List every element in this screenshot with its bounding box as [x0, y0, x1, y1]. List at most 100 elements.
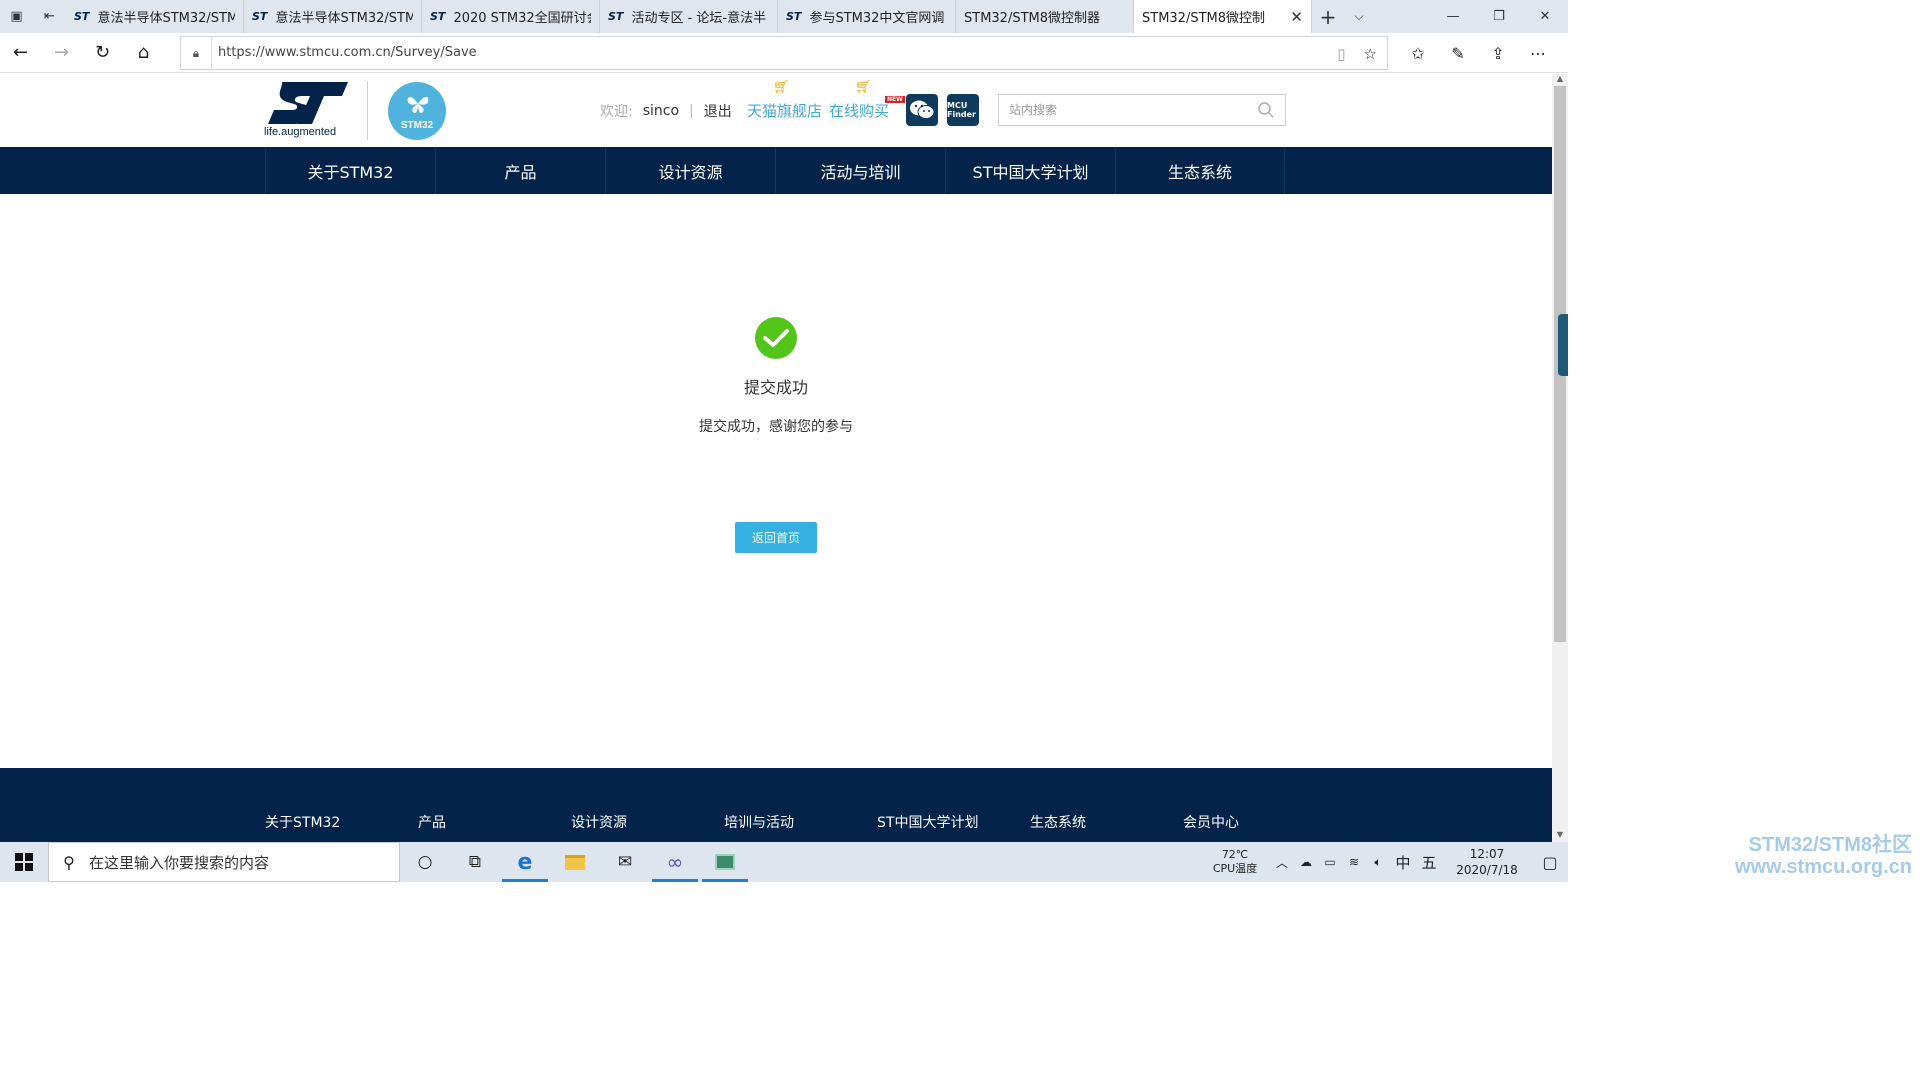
search-icon[interactable] — [1257, 101, 1275, 119]
nav-item-ecosystem[interactable]: 生态系统 — [1115, 147, 1285, 194]
footer-link-training[interactable]: 培训与活动 — [724, 812, 877, 832]
page-scrollbar[interactable]: ▲ ▼ — [1552, 74, 1568, 842]
st-logo-icon: ST — [74, 10, 90, 23]
restore-icon[interactable]: ❐ — [1476, 0, 1522, 33]
st-logo-icon — [268, 82, 348, 124]
close-window-icon[interactable]: ✕ — [1522, 0, 1568, 33]
taskbar-search[interactable]: ⚲ 在这里输入你要搜索的内容 — [48, 842, 400, 882]
main-nav: 关于STM32 产品 设计资源 活动与培训 ST中国大学计划 生态系统 — [0, 147, 1552, 194]
logo-divider — [367, 82, 368, 140]
more-icon[interactable]: ⋯ — [1518, 44, 1558, 63]
cloud-icon[interactable]: ☁ — [1294, 855, 1318, 869]
nav-item-about-stm32[interactable]: 关于STM32 — [265, 147, 435, 194]
address-bar: ← → ↻ ⌂ 🔒︎ https://www.stmcu.com.cn/Surv… — [0, 33, 1568, 73]
st-logo[interactable]: life.augmented — [264, 82, 350, 142]
result-title: 提交成功 — [743, 378, 808, 397]
st-logo-icon: ST — [430, 10, 446, 23]
new-badge: NEW — [885, 96, 905, 103]
cortana-icon[interactable]: ○ — [400, 842, 450, 882]
footer-link-products[interactable]: 产品 — [418, 812, 571, 832]
result-message: 提交成功，感谢您的参与 — [699, 419, 853, 435]
watermark: STM32/STM8社区 www.stmcu.org.cn — [1734, 834, 1912, 878]
nav-item-university-program[interactable]: ST中国大学计划 — [945, 147, 1115, 194]
ime-language[interactable]: 中 — [1390, 852, 1416, 873]
lock-icon: 🔒︎ — [192, 45, 200, 60]
username-link[interactable]: sinco — [643, 103, 679, 119]
url-text[interactable]: https://www.stmcu.com.cn/Survey/Save — [211, 36, 477, 70]
share-icon[interactable]: ⇪ — [1478, 44, 1518, 63]
windows-start-icon[interactable] — [0, 842, 48, 882]
st-logo-icon: ST — [608, 10, 624, 23]
volume-icon[interactable]: 🔈︎ — [1366, 855, 1390, 870]
window-controls: — ❐ ✕ — [1430, 0, 1568, 33]
site-search — [998, 94, 1286, 126]
footer-link-university[interactable]: ST中国大学计划 — [877, 812, 1030, 832]
online-buy-link[interactable]: 🛒︎ 在线购买 — [829, 80, 889, 121]
url-field[interactable]: 🔒︎ https://www.stmcu.com.cn/Survey/Save … — [180, 36, 1388, 70]
cpu-temperature[interactable]: 72℃ CPU温度 — [1200, 848, 1270, 876]
cart-icon: 🛒︎ — [855, 80, 872, 95]
back-icon[interactable]: ← — [0, 33, 41, 73]
browser-tab[interactable]: ST 2020 STM32全国研讨会 — [422, 0, 600, 33]
nav-item-events-training[interactable]: 活动与培训 — [775, 147, 945, 194]
close-tab-icon[interactable]: ✕ — [1290, 8, 1303, 26]
edge-browser-icon[interactable]: e — [500, 842, 550, 882]
wifi-icon[interactable]: ≋ — [1342, 855, 1366, 869]
cart-icon: 🛒︎ — [773, 80, 790, 95]
site-header: life.augmented STM32 欢迎: sinco | 退出 🛒︎ 天… — [0, 74, 1552, 147]
search-input[interactable] — [999, 103, 1249, 117]
web-page: life.augmented STM32 欢迎: sinco | 退出 🛒︎ 天… — [0, 74, 1552, 842]
mcu-finder-icon[interactable]: MCU Finder — [947, 94, 979, 126]
set-tabs-aside-icon[interactable]: ⇤ — [33, 0, 66, 33]
footer-link-ecosystem[interactable]: 生态系统 — [1030, 812, 1183, 832]
home-icon[interactable]: ⌂ — [123, 33, 164, 73]
footer-link-member-center[interactable]: 会员中心 — [1183, 812, 1336, 832]
chevron-down-icon[interactable]: ⌵ — [1344, 0, 1374, 33]
file-explorer-icon[interactable] — [550, 842, 600, 882]
browser-tab[interactable]: ST 意法半导体STM32/STM — [244, 0, 422, 33]
infinity-app-icon[interactable]: ∞ — [650, 842, 700, 882]
browser-tab[interactable]: ST 参与STM32中文官网调 — [778, 0, 956, 33]
chevron-up-icon[interactable]: ︿ — [1270, 854, 1294, 871]
ime-mode[interactable]: 五 — [1416, 852, 1442, 873]
task-view-icon[interactable]: ⧉ — [450, 842, 500, 882]
st-logo-icon: ST — [252, 10, 268, 23]
scroll-up-icon[interactable]: ▲ — [1552, 74, 1568, 86]
footer-link-design-resources[interactable]: 设计资源 — [571, 812, 724, 832]
search-icon: ⚲ — [63, 852, 75, 872]
wechat-icon[interactable] — [906, 94, 938, 126]
taskbar: ⚲ 在这里输入你要搜索的内容 ○ ⧉ e ✉ ∞ 72℃ CPU温度 ︿ ☁ ▭ … — [0, 842, 1568, 882]
clock[interactable]: 12:07 2020/7/18 — [1442, 846, 1532, 878]
success-check-icon — [755, 317, 797, 359]
browser-tab-active[interactable]: STM32/STM8微控制 ✕ — [0, 0, 1312, 85]
scroll-down-icon[interactable]: ▼ — [1552, 830, 1568, 842]
nav-item-design-resources[interactable]: 设计资源 — [605, 147, 775, 194]
browser-tab[interactable]: ST 活动专区 - 论坛-意法半 — [600, 0, 778, 33]
favorite-star-icon[interactable]: ☆ — [1364, 45, 1377, 63]
forward-icon[interactable]: → — [41, 33, 82, 73]
notification-icon[interactable]: ▢ — [1532, 853, 1568, 872]
mail-icon[interactable]: ✉ — [600, 842, 650, 882]
web-note-icon[interactable]: ✎ — [1438, 44, 1478, 63]
tmall-store-link[interactable]: 🛒︎ 天猫旗舰店 — [747, 80, 822, 121]
reading-view-icon[interactable]: ▯ — [1337, 45, 1345, 63]
browser-tab[interactable]: ST 意法半导体STM32/STM — [66, 0, 244, 33]
butterfly-icon — [407, 97, 429, 114]
battery-icon[interactable]: ▭ — [1318, 855, 1342, 869]
minimize-icon[interactable]: — — [1430, 0, 1476, 33]
tab-preview-icon[interactable]: ▣ — [0, 0, 33, 33]
st-logo-icon: ST — [786, 10, 802, 23]
nav-item-products[interactable]: 产品 — [435, 147, 605, 194]
stm32-logo[interactable]: STM32 — [388, 82, 446, 140]
new-tab-icon[interactable]: + — [1312, 0, 1344, 33]
browser-tab-bar: ▣ ⇤ ST 意法半导体STM32/STM ST 意法半导体STM32/STM ST… — [0, 0, 1568, 85]
refresh-icon[interactable]: ↻ — [82, 33, 123, 73]
site-footer: 关于STM32 产品 设计资源 培训与活动 ST中国大学计划 生态系统 会员中心 — [0, 768, 1552, 842]
side-panel-handle[interactable] — [1558, 314, 1568, 376]
logout-link[interactable]: 退出 — [704, 101, 732, 121]
favorites-icon[interactable]: ✩ — [1398, 44, 1438, 63]
footer-link-about[interactable]: 关于STM32 — [265, 812, 418, 832]
app-window-icon[interactable] — [700, 842, 750, 882]
back-to-home-button[interactable]: 返回首页 — [735, 522, 817, 553]
browser-tab[interactable]: STM32/STM8微控制器 — [0, 0, 1134, 85]
